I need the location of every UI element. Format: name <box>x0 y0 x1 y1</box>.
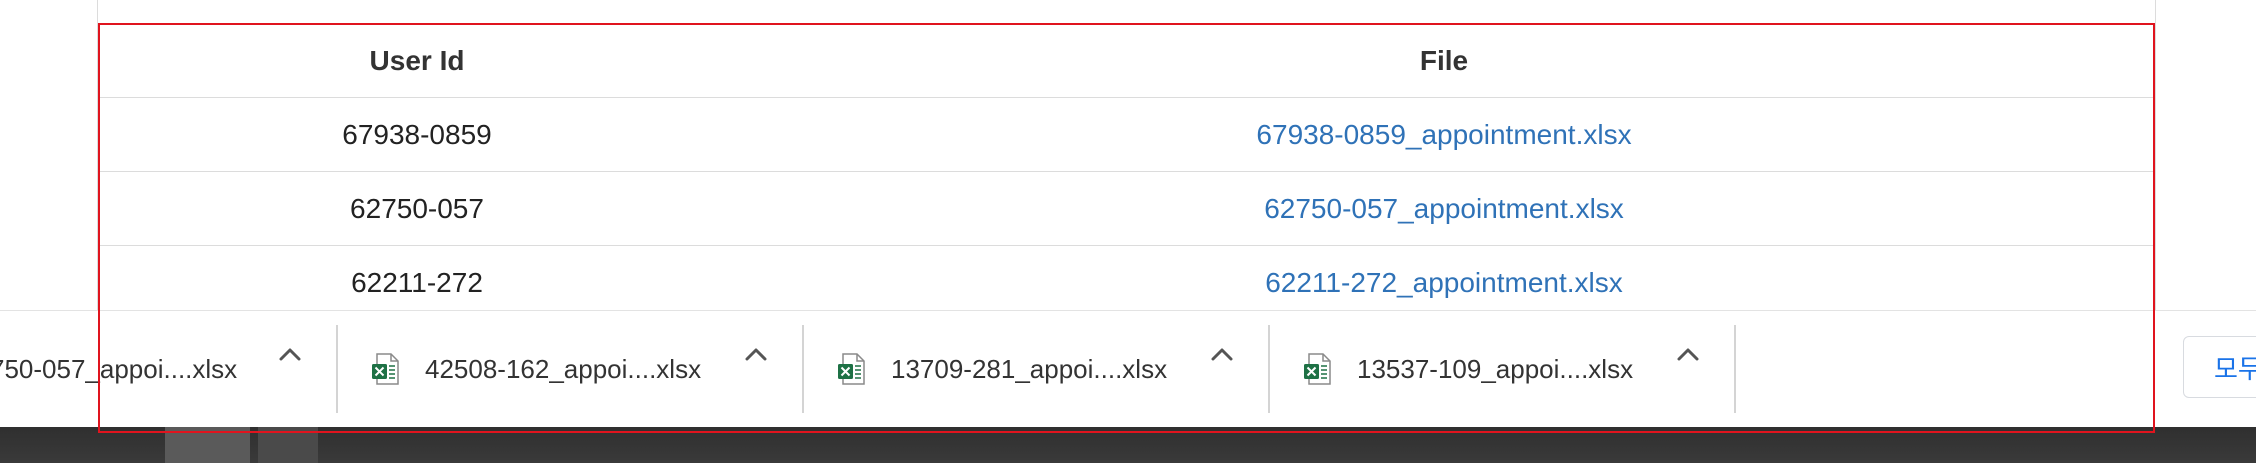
download-separator <box>1734 325 1736 413</box>
taskbar-item[interactable] <box>165 426 250 463</box>
download-item[interactable]: 750-057_appoi....xlsx <box>0 325 237 413</box>
column-header-user-id: User Id <box>100 24 734 98</box>
download-file-name: 42508-162_appoi....xlsx <box>425 353 702 384</box>
file-link[interactable]: 62750-057_appointment.xlsx <box>1264 193 1624 224</box>
download-item[interactable]: 13537-109_appoi....xlsx <box>1303 325 1633 413</box>
download-separator <box>1268 325 1270 413</box>
download-separator <box>802 325 804 413</box>
chevron-up-icon[interactable] <box>740 339 772 371</box>
user-id-cell: 62750-057 <box>100 171 734 246</box>
user-id-cell: 62211-272 <box>100 245 734 320</box>
table-row: 62750-057 62750-057_appointment.xlsx <box>100 171 2154 246</box>
file-cell: 62750-057_appointment.xlsx <box>734 171 2154 246</box>
show-all-label: 모두 <box>2214 353 2256 384</box>
table-header-row: User Id File <box>100 24 2154 98</box>
user-id-cell: 67938-0859 <box>100 97 734 172</box>
file-cell: 67938-0859_appointment.xlsx <box>734 97 2154 172</box>
chevron-up-icon[interactable] <box>274 339 306 371</box>
chevron-up-icon[interactable] <box>1672 339 1704 371</box>
downloads-bar: 750-057_appoi....xlsx 42508-162_appoi...… <box>0 310 2256 427</box>
excel-file-icon <box>372 353 399 385</box>
download-file-name: 13709-281_appoi....xlsx <box>891 353 1168 384</box>
excel-file-icon <box>838 353 865 385</box>
chevron-up-icon[interactable] <box>1206 339 1238 371</box>
show-all-button[interactable]: 모두 <box>2183 336 2256 398</box>
column-header-file: File <box>734 24 2154 98</box>
file-link[interactable]: 67938-0859_appointment.xlsx <box>1256 119 1631 150</box>
excel-file-icon <box>1304 353 1331 385</box>
table-row: 67938-0859 67938-0859_appointment.xlsx <box>100 97 2154 172</box>
download-item[interactable]: 13709-281_appoi....xlsx <box>837 325 1167 413</box>
download-file-name: 750-057_appoi....xlsx <box>0 353 238 384</box>
download-file-name: 13537-109_appoi....xlsx <box>1357 353 1634 384</box>
file-link[interactable]: 62211-272_appointment.xlsx <box>1265 267 1623 298</box>
download-separator <box>336 325 338 413</box>
taskbar-item[interactable] <box>258 426 318 463</box>
download-item[interactable]: 42508-162_appoi....xlsx <box>371 325 701 413</box>
appointments-table: User Id File 67938-0859 67938-0859_appoi… <box>100 24 2154 320</box>
os-taskbar <box>0 426 2256 463</box>
table-row: 62211-272 62211-272_appointment.xlsx <box>100 245 2154 320</box>
file-cell: 62211-272_appointment.xlsx <box>734 245 2154 320</box>
